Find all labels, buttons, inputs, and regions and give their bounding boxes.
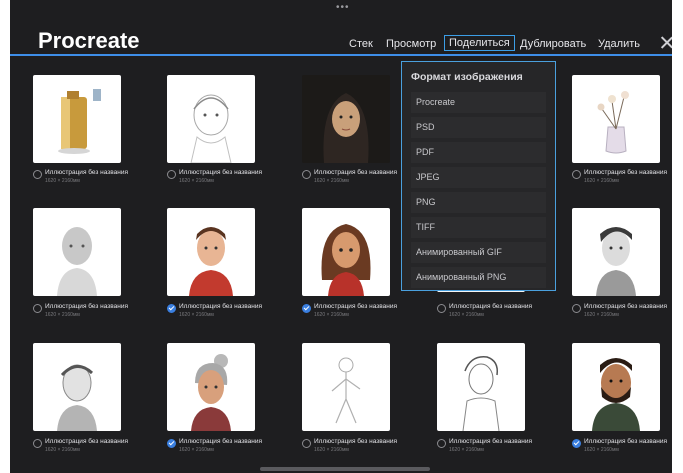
artwork-thumbnail[interactable] bbox=[33, 343, 121, 431]
man-red-shirt-artwork bbox=[189, 227, 233, 296]
artwork-title: Иллюстрация без названия bbox=[179, 303, 263, 310]
artwork-title: Иллюстрация без названия bbox=[45, 303, 129, 310]
artwork-size: 1620 × 2160мм bbox=[584, 312, 619, 318]
format-option-png[interactable]: PNG bbox=[411, 192, 546, 213]
artwork-title: Иллюстрация без названия bbox=[449, 438, 533, 445]
artwork-title: Иллюстрация без названия bbox=[584, 438, 668, 445]
select-radio[interactable] bbox=[33, 170, 42, 179]
artwork-thumbnail[interactable] bbox=[302, 208, 390, 296]
select-radio[interactable] bbox=[572, 170, 581, 179]
select-radio[interactable] bbox=[167, 170, 176, 179]
app-title: Procreate bbox=[38, 28, 140, 53]
select-radio[interactable] bbox=[33, 439, 42, 448]
artwork-size: 1620 × 2160мм bbox=[314, 447, 349, 453]
figure-sketch-artwork bbox=[331, 357, 361, 424]
flowers-artwork bbox=[597, 91, 629, 154]
duplicate-button[interactable]: Дублировать bbox=[520, 38, 586, 50]
delete-button[interactable]: Удалить bbox=[598, 38, 640, 50]
home-indicator[interactable] bbox=[260, 467, 430, 471]
artwork-title: Иллюстрация без названия bbox=[179, 438, 263, 445]
format-option-animated-png[interactable]: Анимированный PNG bbox=[411, 267, 546, 288]
select-radio[interactable] bbox=[302, 170, 311, 179]
battery-artwork bbox=[58, 89, 101, 154]
select-radio[interactable] bbox=[33, 304, 42, 313]
artwork-thumbnail[interactable] bbox=[437, 343, 525, 431]
artwork-size: 1620 × 2160мм bbox=[45, 447, 80, 453]
format-option-tiff[interactable]: TIFF bbox=[411, 217, 546, 238]
artwork-thumbnail[interactable] bbox=[302, 343, 390, 431]
stack-button[interactable]: Стек bbox=[349, 38, 373, 50]
select-radio-checked[interactable] bbox=[167, 439, 176, 448]
artwork-title: Иллюстрация без названия bbox=[314, 303, 398, 310]
artwork-size: 1620 × 2160мм bbox=[584, 447, 619, 453]
artwork-thumbnail[interactable] bbox=[167, 75, 255, 163]
header-divider bbox=[10, 54, 672, 56]
bearded-man-artwork bbox=[592, 358, 640, 431]
artwork-title: Иллюстрация без названия bbox=[179, 169, 263, 176]
artwork-title: Иллюстрация без названия bbox=[449, 303, 533, 310]
close-icon[interactable] bbox=[661, 36, 672, 48]
multitasking-dots-icon[interactable]: ••• bbox=[336, 3, 350, 13]
man-gray-artwork bbox=[596, 227, 636, 296]
artwork-size: 1620 × 2160мм bbox=[179, 447, 214, 453]
boy-sketch-artwork bbox=[462, 356, 500, 431]
artwork-thumbnail[interactable] bbox=[167, 343, 255, 431]
format-option-psd[interactable]: PSD bbox=[411, 117, 546, 138]
share-button[interactable]: Поделиться bbox=[444, 35, 515, 51]
dark-girl-artwork bbox=[302, 75, 390, 163]
artwork-title: Иллюстрация без названия bbox=[45, 438, 129, 445]
select-radio[interactable] bbox=[437, 304, 446, 313]
format-option-animated-gif[interactable]: Анимированный GIF bbox=[411, 242, 546, 263]
artwork-size: 1620 × 2160мм bbox=[179, 178, 214, 184]
artwork-size: 1620 × 2160мм bbox=[314, 312, 349, 318]
woman-brown-hair-artwork bbox=[321, 224, 371, 296]
select-radio-checked[interactable] bbox=[572, 439, 581, 448]
format-option-pdf[interactable]: PDF bbox=[411, 142, 546, 163]
artwork-thumbnail[interactable] bbox=[33, 75, 121, 163]
sketch-girl-artwork bbox=[190, 94, 232, 163]
procreate-gallery-screen: ••• Procreate Стек Просмотр Поделиться Д… bbox=[10, 0, 672, 473]
artwork-title: Иллюстрация без названия bbox=[584, 303, 668, 310]
artwork-size: 1620 × 2160мм bbox=[449, 447, 484, 453]
artwork-size: 1620 × 2160мм bbox=[314, 178, 349, 184]
artwork-size: 1620 × 2160мм bbox=[449, 312, 484, 318]
gray-head-artwork bbox=[57, 227, 97, 296]
select-radio[interactable] bbox=[572, 304, 581, 313]
select-radio[interactable] bbox=[437, 439, 446, 448]
artwork-thumbnail[interactable] bbox=[572, 208, 660, 296]
format-option-procreate[interactable]: Procreate bbox=[411, 92, 546, 113]
artwork-size: 1620 × 2160мм bbox=[584, 178, 619, 184]
select-radio-checked[interactable] bbox=[167, 304, 176, 313]
artwork-thumbnail[interactable] bbox=[572, 343, 660, 431]
select-radio-checked[interactable] bbox=[302, 304, 311, 313]
artwork-size: 1620 × 2160мм bbox=[179, 312, 214, 318]
artwork-title: Иллюстрация без названия bbox=[314, 169, 398, 176]
artwork-thumbnail[interactable] bbox=[167, 208, 255, 296]
artwork-title: Иллюстрация без названия bbox=[584, 169, 668, 176]
select-radio[interactable] bbox=[302, 439, 311, 448]
artwork-thumbnail[interactable] bbox=[572, 75, 660, 163]
artwork-thumbnail[interactable] bbox=[302, 75, 390, 163]
artwork-title: Иллюстрация без названия bbox=[314, 438, 398, 445]
artwork-thumbnail[interactable] bbox=[33, 208, 121, 296]
artwork-size: 1620 × 2160мм bbox=[45, 312, 80, 318]
image-format-popover: Формат изображения Procreate PSD PDF JPE… bbox=[401, 61, 556, 291]
old-woman-artwork bbox=[191, 354, 231, 431]
preview-button[interactable]: Просмотр bbox=[386, 38, 436, 50]
artwork-title: Иллюстрация без названия bbox=[45, 169, 129, 176]
format-option-jpeg[interactable]: JPEG bbox=[411, 167, 546, 188]
man-sketch-artwork bbox=[57, 364, 97, 431]
artwork-size: 1620 × 2160мм bbox=[45, 178, 80, 184]
popover-title: Формат изображения bbox=[411, 71, 523, 83]
